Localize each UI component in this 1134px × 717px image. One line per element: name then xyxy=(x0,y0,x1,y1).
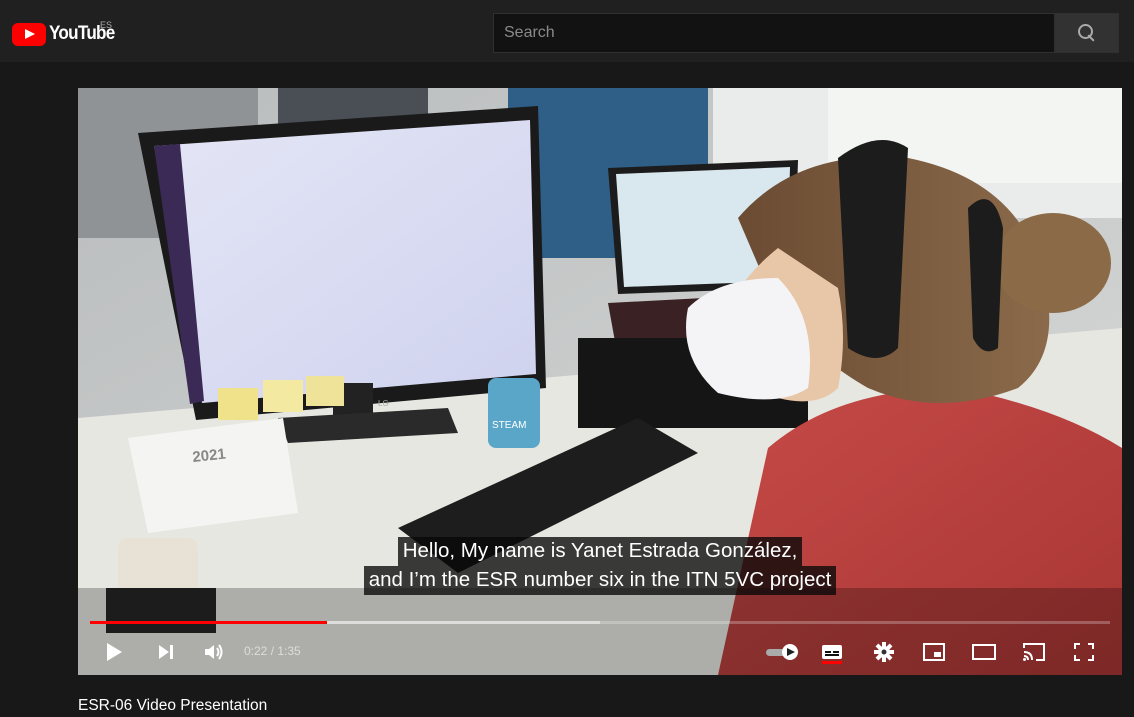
search-input[interactable] xyxy=(504,24,1054,42)
caption: Hello, My name is Yanet Estrada González… xyxy=(78,537,1122,595)
masthead: YouTube ES xyxy=(0,0,1134,62)
settings-button[interactable] xyxy=(866,628,902,675)
autoplay-toggle-icon xyxy=(766,643,798,660)
mute-button[interactable] xyxy=(196,628,232,675)
progress-played xyxy=(90,621,327,624)
duration: 1:35 xyxy=(277,644,301,658)
fullscreen-button[interactable] xyxy=(1066,628,1102,675)
theater-icon xyxy=(972,643,996,660)
youtube-play-icon xyxy=(12,22,46,46)
time-display: 0:22 / 1:35 xyxy=(244,644,301,658)
play-button[interactable] xyxy=(96,628,132,675)
player-controls: 0:22 / 1:35 xyxy=(78,628,1122,675)
play-icon xyxy=(107,642,122,661)
search-box xyxy=(493,13,1055,53)
search-button[interactable] xyxy=(1055,13,1119,53)
theater-mode-button[interactable] xyxy=(966,628,1002,675)
cup-label: STEAM xyxy=(492,420,526,431)
cast-button[interactable] xyxy=(1016,628,1052,675)
fullscreen-icon xyxy=(1074,642,1094,661)
subtitles-icon xyxy=(822,644,842,664)
country-code: ES xyxy=(100,20,113,30)
next-icon xyxy=(159,644,173,659)
caption-line-1: Hello, My name is Yanet Estrada González… xyxy=(397,537,803,566)
youtube-logo[interactable]: YouTube ES xyxy=(12,20,122,46)
progress-bar[interactable] xyxy=(90,621,1110,624)
caption-line-2: and I’m the ESR number six in the ITN 5V… xyxy=(363,566,837,595)
search-icon xyxy=(1077,23,1097,43)
current-time: 0:22 xyxy=(244,644,268,658)
calendar-year: 2021 xyxy=(192,446,227,466)
cast-icon xyxy=(1023,642,1045,661)
video-title: ESR-06 Video Presentation xyxy=(78,697,268,714)
video-player[interactable]: 2021 STEAM LG Hello, My name is Yanet Es… xyxy=(78,88,1122,675)
autoplay-toggle[interactable] xyxy=(762,628,804,675)
next-button[interactable] xyxy=(148,628,184,675)
subtitles-button[interactable] xyxy=(814,628,850,675)
volume-icon xyxy=(205,643,223,660)
miniplayer-button[interactable] xyxy=(916,628,952,675)
miniplayer-icon xyxy=(923,642,945,661)
monitor-brand: LG xyxy=(378,399,389,408)
gear-icon xyxy=(874,641,894,662)
